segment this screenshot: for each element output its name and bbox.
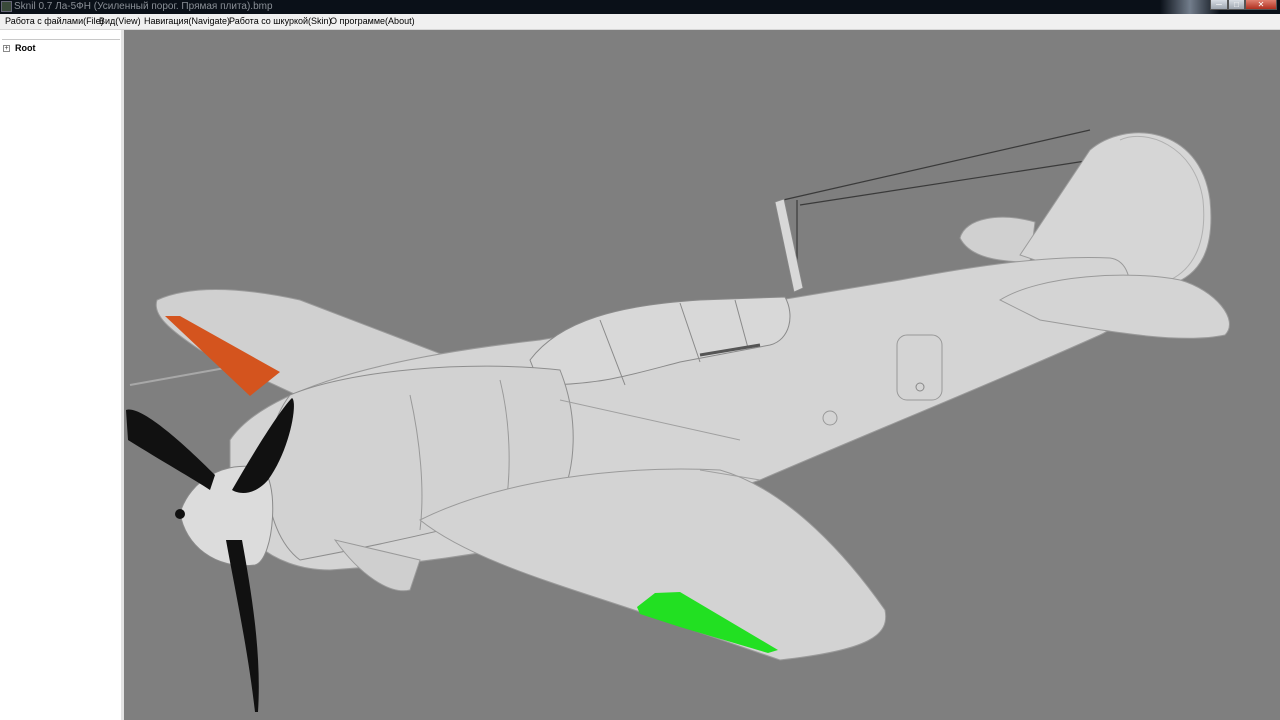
tree-node-root[interactable]: + Root: [3, 42, 36, 54]
minimize-button[interactable]: ─: [1210, 0, 1228, 10]
aircraft-model: [126, 129, 1230, 712]
menu-about[interactable]: О программе(About): [330, 14, 415, 29]
menu-skin[interactable]: Работа со шкуркой(Skin): [229, 14, 332, 29]
window-title: Sknil 0.7 Ла-5ФН (Усиленный порог. Пряма…: [14, 1, 273, 12]
menu-bar: Работа с файлами(File) Вид(View) Навигац…: [0, 14, 1280, 30]
menu-file[interactable]: Работа с файлами(File): [5, 14, 104, 29]
maximize-button[interactable]: □: [1228, 0, 1245, 10]
menu-navigate[interactable]: Навигация(Navigate): [144, 14, 230, 29]
tree-node-root-label: Root: [15, 43, 36, 53]
3d-viewport[interactable]: [126, 30, 1280, 720]
app-icon: [1, 1, 12, 12]
expand-icon[interactable]: +: [3, 45, 10, 53]
close-button[interactable]: ✕: [1245, 0, 1277, 10]
tree-panel: + Root: [0, 30, 124, 720]
menu-view[interactable]: Вид(View): [99, 14, 141, 29]
title-bar: Sknil 0.7 Ла-5ФН (Усиленный порог. Пряма…: [0, 0, 1280, 14]
tree-divider: [2, 39, 120, 40]
